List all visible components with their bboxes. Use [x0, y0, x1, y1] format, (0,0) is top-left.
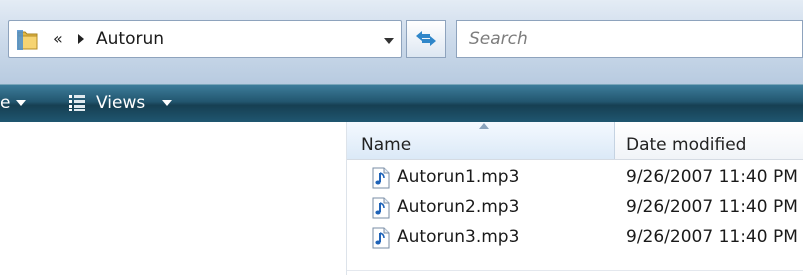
file-date-modified: 9/26/2007 11:40 PM [626, 197, 798, 217]
breadcrumb-autorun[interactable]: Autorun [96, 29, 164, 49]
breadcrumb-overflow-button[interactable]: « [53, 29, 63, 48]
folder-icon [17, 30, 38, 50]
refresh-icon [416, 31, 436, 46]
column-header-date-label: Date modified [626, 135, 747, 155]
file-list: Autorun1.mp3 9/26/2007 11:40 PM Autorun2… [347, 163, 803, 253]
file-date-modified: 9/26/2007 11:40 PM [626, 227, 798, 247]
navigation-pane[interactable] [0, 122, 347, 275]
column-header: Name Date modified [347, 122, 803, 160]
column-header-name[interactable]: Name [347, 122, 615, 159]
address-bar-strip: « Autorun Search [0, 0, 803, 84]
breadcrumb-separator-icon[interactable] [76, 32, 86, 46]
search-placeholder: Search [469, 29, 528, 49]
sort-ascending-icon [479, 123, 489, 129]
views-list-icon[interactable] [68, 94, 86, 112]
command-toolbar: e Views [0, 84, 803, 122]
search-field[interactable]: Search [456, 20, 803, 58]
audio-file-icon [372, 227, 390, 249]
file-row-autorun1[interactable]: Autorun1.mp3 9/26/2007 11:40 PM [347, 163, 803, 193]
file-name: Autorun3.mp3 [397, 227, 520, 247]
file-row-autorun3[interactable]: Autorun3.mp3 9/26/2007 11:40 PM [347, 223, 803, 253]
file-name: Autorun1.mp3 [397, 167, 520, 187]
list-divider [347, 270, 803, 271]
organize-button[interactable]: e [0, 93, 10, 113]
views-button[interactable]: Views [96, 93, 145, 113]
organize-dropdown-icon[interactable] [16, 99, 26, 107]
file-row-autorun2[interactable]: Autorun2.mp3 9/26/2007 11:40 PM [347, 193, 803, 223]
file-date-modified: 9/26/2007 11:40 PM [626, 167, 798, 187]
address-bar[interactable]: « Autorun [8, 20, 402, 58]
audio-file-icon [372, 167, 390, 189]
audio-file-icon [372, 197, 390, 219]
column-header-name-label: Name [361, 135, 412, 155]
chevron-down-icon[interactable] [379, 29, 399, 51]
refresh-button[interactable] [406, 20, 446, 58]
column-header-date-modified[interactable]: Date modified [615, 122, 803, 159]
views-dropdown-icon[interactable] [162, 99, 172, 107]
file-name: Autorun2.mp3 [397, 197, 520, 217]
